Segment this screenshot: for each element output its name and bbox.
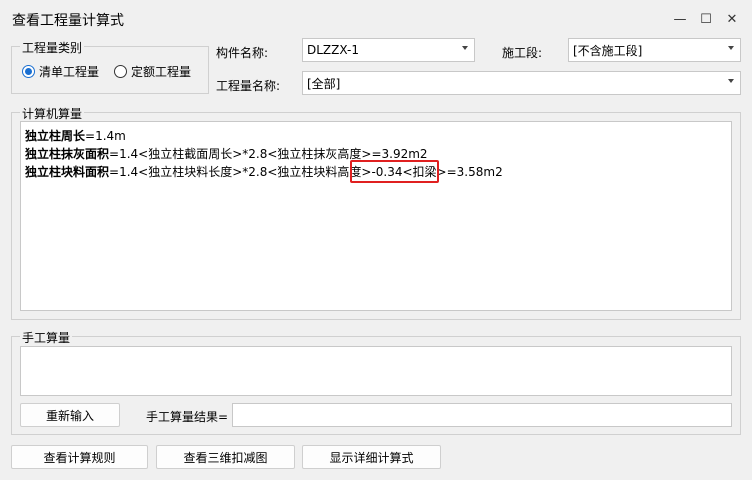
construction-stage-value: [不含施工段] — [573, 43, 643, 58]
component-name-label: 构件名称: — [216, 46, 269, 60]
component-name-select[interactable]: DLZZX-1 — [302, 38, 475, 62]
radio-unchecked-icon — [114, 65, 127, 78]
manual-calc-textarea[interactable] — [20, 346, 732, 396]
dialog-window: 查看工程量计算式 — ☐ ✕ 工程量类别 清单工程量 定额工程量 构件名称: D… — [0, 0, 752, 480]
calc-line-formula: =1.4<独立柱截面周长>*2.8<独立柱抹灰高度>=3.92m2 — [109, 147, 428, 161]
window-title: 查看工程量计算式 — [12, 13, 124, 29]
beam-deduction-highlight — [350, 160, 439, 183]
radio-quota-quantity[interactable]: 定额工程量 — [114, 63, 191, 80]
construction-stage-label: 施工段: — [502, 46, 543, 60]
radio-bill-quantity[interactable]: 清单工程量 — [22, 63, 99, 80]
minimize-button[interactable]: — — [669, 8, 691, 30]
calc-line-name: 独立柱抹灰面积 — [25, 147, 110, 161]
reinput-button[interactable]: 重新输入 — [20, 403, 120, 427]
calc-line: 独立柱周长=1.4m — [25, 127, 503, 145]
manual-calc-group-label: 手工算量 — [20, 329, 73, 346]
view-3d-deduction-button[interactable]: 查看三维扣减图 — [156, 445, 295, 469]
radio-quota-quantity-label: 定额工程量 — [131, 65, 192, 79]
chevron-down-icon — [462, 46, 468, 50]
show-detail-formula-button[interactable]: 显示详细计算式 — [302, 445, 441, 469]
quantity-name-value: [全部] — [307, 76, 341, 91]
calc-line-formula: =1.4<独立柱块料长度>*2.8<独立柱块料高度>-0.34<扣梁>=3.58… — [109, 165, 503, 179]
radio-checked-icon — [22, 65, 35, 78]
chevron-down-icon — [728, 46, 734, 50]
maximize-button[interactable]: ☐ — [695, 8, 717, 30]
chevron-down-icon — [728, 79, 734, 83]
manual-result-input[interactable] — [232, 403, 732, 427]
quantity-name-select[interactable]: [全部] — [302, 71, 741, 95]
quantity-type-group-label: 工程量类别 — [20, 39, 85, 56]
manual-result-label: 手工算量结果= — [146, 410, 229, 424]
computer-calc-group-label: 计算机算量 — [20, 105, 85, 122]
close-button[interactable]: ✕ — [721, 8, 743, 30]
title-bar: 查看工程量计算式 — ☐ ✕ — [0, 0, 752, 38]
construction-stage-select[interactable]: [不含施工段] — [568, 38, 741, 62]
quantity-name-label: 工程量名称: — [216, 79, 281, 93]
calc-line-formula: =1.4m — [85, 129, 126, 143]
calc-line-name: 独立柱周长 — [25, 129, 86, 143]
component-name-value: DLZZX-1 — [307, 43, 359, 57]
view-rules-button[interactable]: 查看计算规则 — [11, 445, 148, 469]
calc-line-name: 独立柱块料面积 — [25, 165, 110, 179]
radio-bill-quantity-label: 清单工程量 — [39, 65, 100, 79]
